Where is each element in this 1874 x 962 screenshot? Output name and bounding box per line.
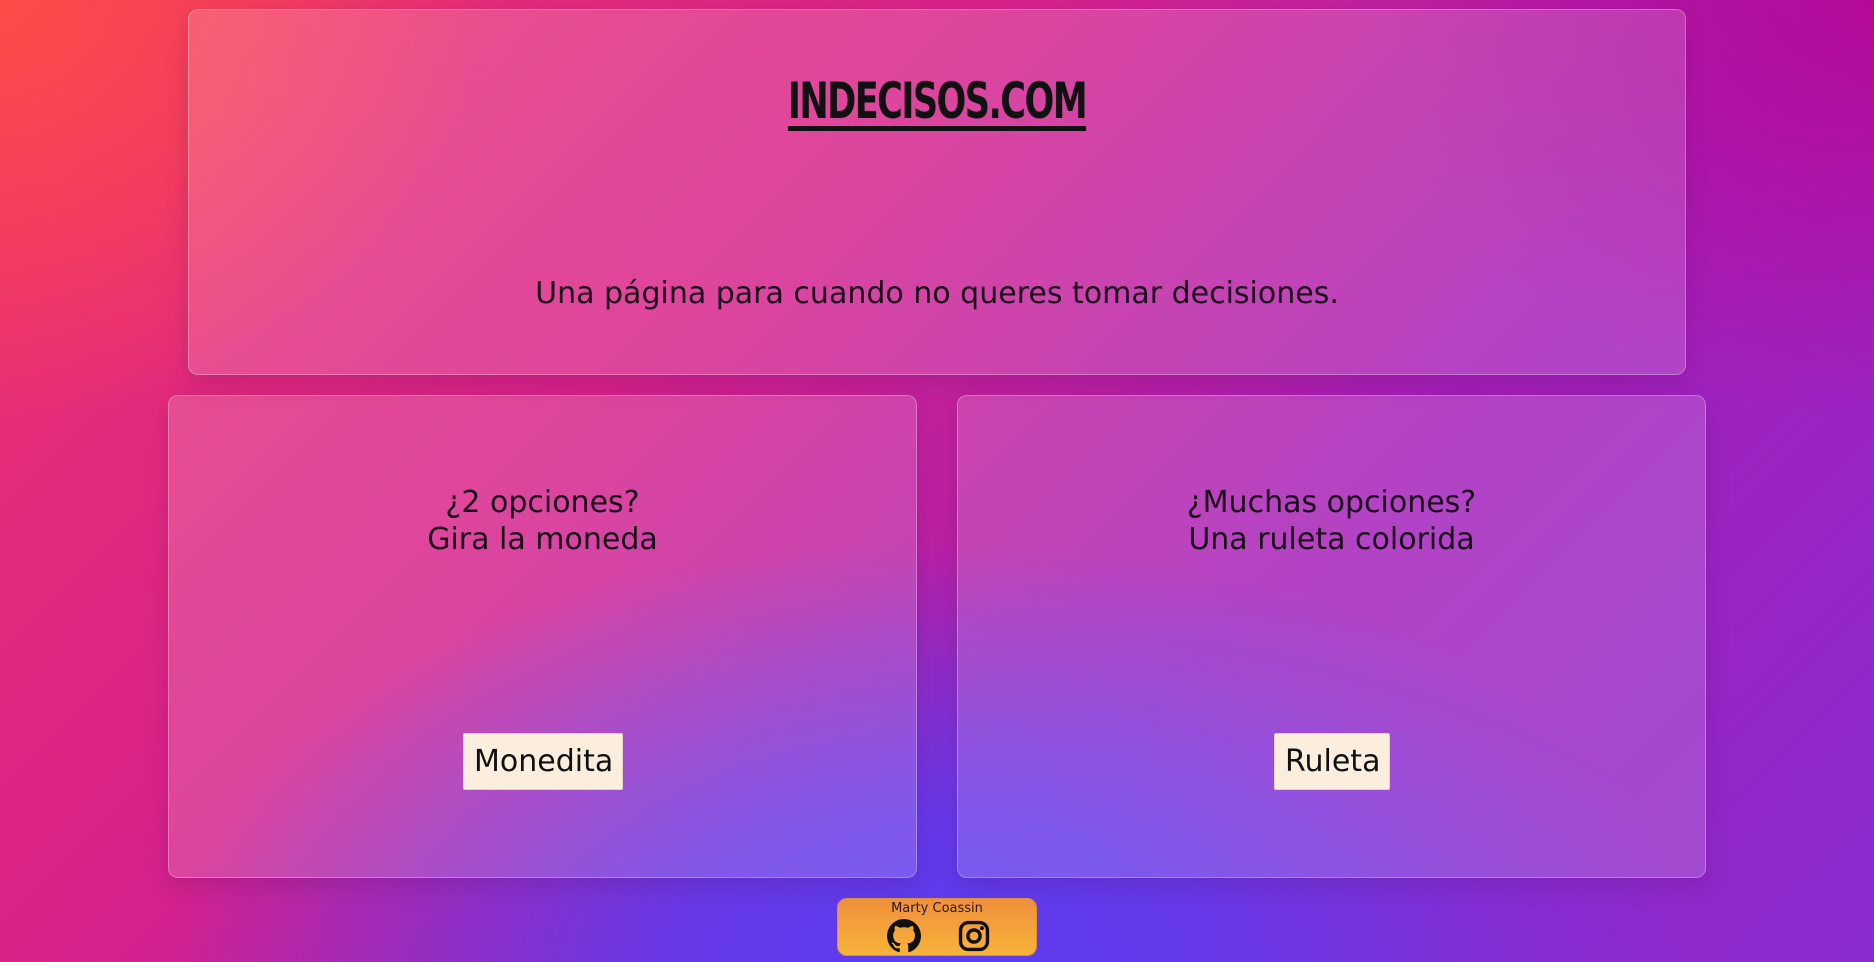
roulette-card: ¿Muchas opciones? Una ruleta colorida Ru… xyxy=(957,395,1706,878)
coin-card-text: ¿2 opciones? Gira la moneda xyxy=(169,484,916,558)
coin-card-description: Gira la moneda xyxy=(427,522,658,557)
header-card: INDECISOS.COM Una página para cuando no … xyxy=(188,9,1686,375)
instagram-icon xyxy=(958,920,990,952)
monedita-button[interactable]: Monedita xyxy=(463,733,623,790)
site-tagline: Una página para cuando no queres tomar d… xyxy=(535,276,1339,311)
footer-author: Marty Coassin xyxy=(891,901,983,916)
roulette-card-description: Una ruleta colorida xyxy=(1188,522,1475,557)
github-icon xyxy=(887,919,921,953)
footer: Marty Coassin xyxy=(837,898,1037,956)
roulette-card-question: ¿Muchas opciones? xyxy=(1186,485,1477,520)
coin-card: ¿2 opciones? Gira la moneda Monedita xyxy=(168,395,917,878)
instagram-link[interactable] xyxy=(957,919,991,953)
ruleta-button[interactable]: Ruleta xyxy=(1274,733,1390,790)
site-title: INDECISOS.COM xyxy=(787,72,1088,130)
roulette-card-text: ¿Muchas opciones? Una ruleta colorida xyxy=(958,484,1705,558)
github-link[interactable] xyxy=(887,919,921,953)
coin-card-question: ¿2 opciones? xyxy=(445,485,640,520)
